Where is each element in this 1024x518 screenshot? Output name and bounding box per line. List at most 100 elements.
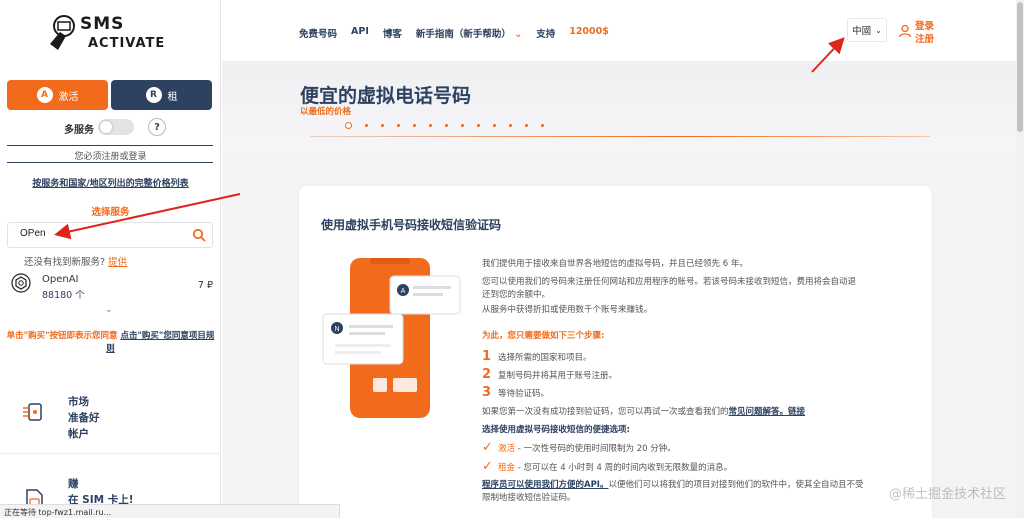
user-icon: [898, 24, 912, 38]
step-number-3: 3: [482, 385, 492, 400]
info-card: 使用虚拟手机号码接收短信验证码 A N 我们提供用于接收来自世界各地短信的虚拟号…: [299, 186, 932, 518]
auth-links: 登录 注册: [915, 20, 934, 46]
language-value: 中國: [852, 26, 872, 37]
login-link[interactable]: 登录: [915, 20, 934, 33]
openai-icon: [11, 273, 31, 293]
carousel-dot[interactable]: [345, 122, 352, 129]
chevron-down-icon: ⌄: [514, 29, 523, 40]
carousel-dot[interactable]: [477, 124, 480, 127]
nav-support[interactable]: 支持: [536, 26, 555, 40]
carousel-dot[interactable]: [381, 124, 384, 127]
nav-free-numbers[interactable]: 免费号码: [299, 26, 337, 40]
logo-text-top: SMS: [80, 14, 125, 34]
carousel-dot[interactable]: [525, 124, 528, 127]
site-logo[interactable]: SMS ACTIVATE: [46, 10, 176, 62]
must-register-text: 您必须注册或登录: [74, 152, 147, 162]
nav-api[interactable]: API: [351, 26, 369, 40]
search-icon[interactable]: [192, 228, 206, 242]
market-icon: [23, 403, 42, 421]
activate-mode-button[interactable]: A 激活: [7, 80, 108, 110]
carousel-dot[interactable]: [445, 124, 448, 127]
suggest-service-link[interactable]: 提供: [108, 257, 127, 268]
service-count: 88180 个: [42, 290, 85, 301]
hero-banner: 便宜的虚拟电话号码 以最低的价格: [222, 63, 1024, 153]
main-content: 免费号码 API 博客 新手指南（新手帮助） ⌄ 支持 12000$ 中國 ⌄ …: [222, 0, 1024, 518]
step-2: 2 复制号码并将其用于账号注册。: [482, 367, 617, 383]
agree-rules-text: 单击"购买"按钮即表示您同意 点击"购买"您同意项目规则: [3, 330, 218, 356]
intro-paragraph-2a: 您可以使用我们的号码来注册任何网站和应用程序的账号。若该号码未接收到短信，费用将…: [482, 277, 857, 287]
hero-title: 便宜的虚拟电话号码: [300, 85, 472, 107]
market-line-3: 帐户: [68, 428, 89, 440]
carousel-dot[interactable]: [365, 124, 368, 127]
service-name: OpenAI: [42, 274, 79, 285]
market-text: 市场 准备好 帐户: [68, 394, 100, 442]
market-line-1: 市场: [68, 396, 89, 408]
nav-balance[interactable]: 12000$: [569, 26, 609, 40]
faq-link[interactable]: 常见问题解答。链接: [729, 407, 806, 417]
scrollbar-thumb[interactable]: [1017, 2, 1023, 132]
hero-divider: [310, 136, 930, 137]
step-number-2: 2: [482, 367, 492, 382]
carousel-dot[interactable]: [493, 124, 496, 127]
step-1-text: 选择所需的国家和项目。: [498, 353, 592, 363]
activate-label: 激活: [58, 91, 79, 103]
full-price-list-link[interactable]: 按服务和国家/地区列出的完整价格列表: [0, 176, 220, 189]
logo-text-bottom: ACTIVATE: [88, 36, 166, 51]
options-heading: 选择使用虚拟号码接收短信的便捷选项:: [482, 425, 630, 435]
option-activate-label[interactable]: 激活: [498, 444, 515, 454]
multi-service-row: 多服务 ?: [0, 118, 220, 138]
divider-bottom: [7, 162, 213, 163]
agree-rules-link[interactable]: 点击"购买"您同意项目规则: [106, 331, 214, 354]
option-rent: ✓ 租金 - 您可以在 4 小时到 4 周的时间内收到无限数量的消息。: [482, 459, 732, 474]
register-link[interactable]: 注册: [915, 33, 934, 46]
illus-letter-a: A: [401, 288, 406, 295]
not-found-row: 还没有找到新服务? 提供: [24, 254, 127, 268]
toggle-knob: [100, 121, 112, 133]
not-found-text: 还没有找到新服务?: [24, 257, 106, 268]
market-accounts-link[interactable]: 市场 准备好 帐户: [0, 378, 220, 454]
page-scrollbar[interactable]: [1016, 0, 1024, 518]
api-paragraph: 程序员可以使用我们方便的API。以便他们可以将我们的项目对接到他们的软件中，使其…: [482, 479, 922, 492]
chevron-down-icon: ⌄: [875, 25, 882, 35]
rent-label: 租: [167, 91, 178, 103]
option-rent-label[interactable]: 租金: [498, 463, 515, 473]
service-search-input[interactable]: [20, 228, 180, 239]
carousel-dot[interactable]: [413, 124, 416, 127]
carousel-dot[interactable]: [541, 124, 544, 127]
intro-paragraph-1: 我们提供用于接收来自世界各地短信的虚拟号码，并且已经领先 6 年。: [482, 259, 748, 269]
carousel-dot[interactable]: [397, 124, 400, 127]
language-selector[interactable]: 中國 ⌄: [847, 18, 887, 42]
login-register[interactable]: 登录 注册: [898, 20, 958, 46]
carousel-dots: [345, 122, 544, 129]
carousel-dot[interactable]: [461, 124, 464, 127]
nav-guide-label: 新手指南（新手帮助）: [415, 29, 511, 40]
service-item-openai[interactable]: OpenAI 88180 个 7 ₽: [0, 268, 220, 302]
steps-heading: 为此，您只需要做如下三个步骤:: [482, 331, 605, 341]
chevron-down-icon[interactable]: ⌄: [105, 305, 113, 315]
nav-guide[interactable]: 新手指南（新手帮助） ⌄: [416, 26, 522, 40]
carousel-dot[interactable]: [509, 124, 512, 127]
intro-paragraph-3: 从服务中获得折扣或使用数千个账号来赚钱。: [482, 305, 653, 315]
rent-icon: R: [145, 87, 162, 103]
service-price: 7 ₽: [197, 280, 213, 291]
multi-service-toggle[interactable]: [98, 119, 134, 135]
watermark: @稀土掘金技术社区: [888, 487, 1006, 502]
phone-sms-illustration: A N: [322, 258, 461, 418]
help-icon[interactable]: ?: [148, 118, 166, 136]
choose-service-heading: 选择服务: [91, 207, 130, 218]
carousel-dot[interactable]: [429, 124, 432, 127]
rent-mode-button[interactable]: R 租: [111, 80, 212, 110]
api-link[interactable]: 程序员可以使用我们方便的API。: [482, 480, 608, 490]
activate-icon: A: [36, 87, 53, 103]
step-number-1: 1: [482, 349, 492, 364]
browser-status-bar: 正在等待 top-fwz1.mail.ru...: [0, 504, 340, 518]
step-3-text: 等待验证码。: [498, 389, 550, 399]
market-line-2: 准备好: [68, 412, 100, 424]
first-time-paragraph: 如果您第一次没有成功接到验证码，您可以再试一次或查看我们的常见问题解答。链接: [482, 406, 922, 419]
option-rent-text: - 您可以在 4 小时到 4 周的时间内收到无限数量的消息。: [515, 463, 733, 473]
agree-part1: 单击"购买"按钮即表示您同意: [6, 331, 118, 341]
step-1: 1 选择所需的国家和项目。: [482, 349, 592, 365]
nav-blog[interactable]: 博客: [383, 26, 402, 40]
option-activate-text: - 一次性号码的使用时间限制为 20 分钟。: [515, 444, 676, 454]
step-3: 3 等待验证码。: [482, 385, 549, 401]
